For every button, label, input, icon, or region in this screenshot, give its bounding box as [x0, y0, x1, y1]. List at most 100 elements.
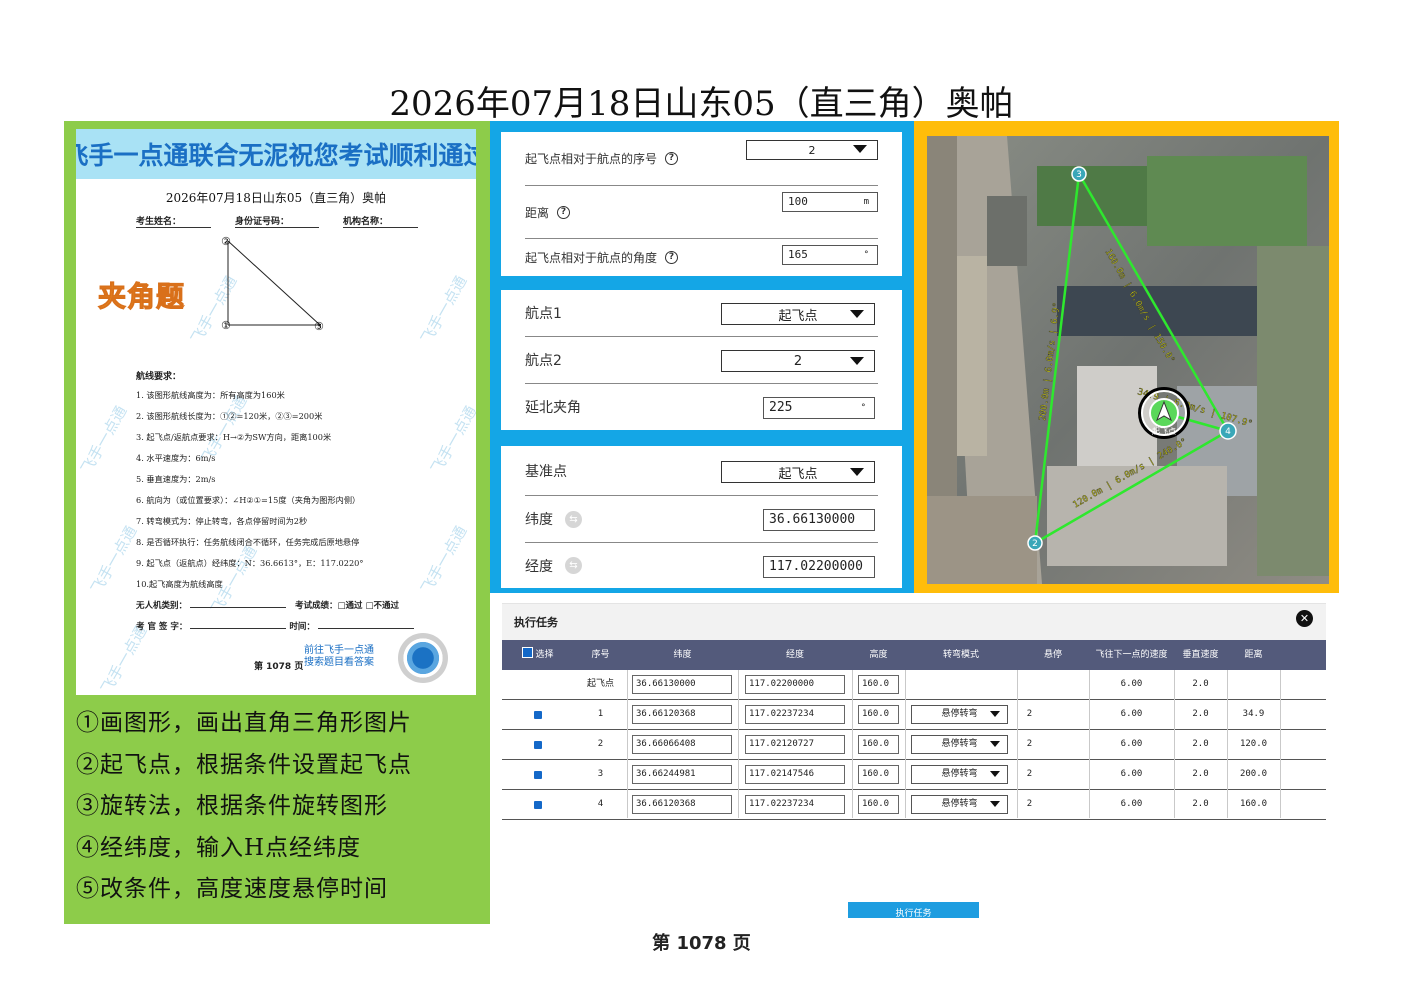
north-angle-input[interactable]: 225 °	[763, 397, 875, 419]
turn-mode-value: 悬停转弯	[941, 709, 978, 719]
cell-hover: 2	[1026, 739, 1033, 749]
cell-alt-input[interactable]: 160.0	[858, 675, 899, 694]
doc-fields: 考生姓名： 身份证号码： 机构名称：	[136, 214, 476, 228]
column-divider	[1174, 670, 1175, 818]
wp1-label: 航点1	[525, 306, 562, 322]
table-row: 1 36.66120368 117.02237234 160.0 悬停转弯 2 …	[502, 700, 1326, 730]
row-checkbox[interactable]	[534, 741, 542, 749]
cell-lat-input[interactable]: 36.66130000	[632, 675, 732, 694]
table-row: 4 36.66120368 117.02237234 160.0 悬停转弯 2 …	[502, 790, 1326, 820]
cell-alt-input[interactable]: 160.0	[858, 705, 899, 724]
cell-alt-input[interactable]: 160.0	[858, 795, 899, 814]
cell-alt-input[interactable]: 160.0	[858, 765, 899, 784]
requirement-item: 7. 转弯模式为：停止转弯，各点停留时间为2秒	[136, 516, 308, 526]
cell-lat-input[interactable]: 36.66120368	[632, 705, 732, 724]
qr-code-icon	[398, 633, 448, 683]
cell-speed: 6.00	[1120, 739, 1143, 749]
waypoint-3-label: 3	[1076, 170, 1082, 180]
turn-mode-select[interactable]: 悬停转弯	[911, 765, 1008, 784]
row-checkbox[interactable]	[534, 801, 542, 809]
seq-select[interactable]: 2	[746, 140, 878, 160]
column-divider	[738, 670, 739, 818]
execute-task-button[interactable]: 执行任务	[848, 902, 979, 918]
table-row: 起飞点 36.66130000 117.02200000 160.0 6.00 …	[502, 670, 1326, 700]
cell-speed: 6.00	[1120, 769, 1143, 779]
cell-lon-input[interactable]: 117.02237234	[745, 795, 845, 814]
turn-mode-select[interactable]: 悬停转弯	[911, 795, 1008, 814]
help-icon[interactable]: ?	[665, 251, 679, 264]
column-divider	[905, 670, 906, 818]
step-item: ①画图形，画出直角三角形图片	[76, 710, 412, 736]
step-item: ③旋转法，根据条件旋转图形	[76, 793, 388, 819]
triangle-diagram: ② ① ③	[221, 235, 324, 333]
cell-vspeed: 2.0	[1192, 769, 1209, 779]
latitude-input[interactable]: 36.66130000	[763, 509, 875, 531]
distance-unit: m	[863, 197, 869, 207]
task-dialog: 执行任务 ✕ 选择 序号 纬度 经度 高度 转弯模式 悬停 飞往下一点的速度 垂…	[502, 603, 1326, 918]
turn-mode-value: 悬停转弯	[941, 739, 978, 749]
cell-speed: 6.00	[1120, 709, 1143, 719]
cell-lat-input[interactable]: 36.66066408	[632, 735, 732, 754]
cell-lon-input[interactable]: 117.02147546	[745, 765, 845, 784]
cell-lon-input[interactable]: 117.02237234	[745, 705, 845, 724]
requirement-item: 5. 垂直速度为：2m/s	[136, 474, 216, 484]
swap-icon[interactable]: ⇆	[565, 557, 582, 574]
close-icon[interactable]: ✕	[1296, 610, 1313, 627]
watermark: 飞手一点通	[87, 522, 141, 597]
header-speed: 飞往下一点的速度	[1095, 650, 1168, 660]
cell-lat-input[interactable]: 36.66244981	[632, 765, 732, 784]
field-name: 考生姓名：	[136, 214, 212, 228]
base-select[interactable]: 起飞点	[721, 461, 875, 483]
longitude-value: 117.02200000	[769, 559, 863, 574]
task-header: 执行任务 ✕	[502, 604, 1326, 640]
cell-hover: 2	[1026, 769, 1033, 779]
wp2-select[interactable]: 2	[721, 350, 875, 372]
header-select[interactable]: 选择	[502, 640, 574, 670]
time-label: 时间：	[289, 622, 315, 632]
watermark: 飞手一点通	[417, 272, 471, 347]
uav-type-line: 无人机类别： 考试成绩：□通过 □不通过	[136, 599, 399, 611]
header-lat: 纬度	[673, 650, 692, 660]
help-icon[interactable]: ?	[665, 152, 679, 165]
header-turn: 转弯模式	[942, 650, 979, 660]
turn-mode-select[interactable]: 悬停转弯	[911, 735, 1008, 754]
doc-banner: 飞手一点通联合无泥祝您考试顺利通过	[76, 129, 476, 179]
help-icon[interactable]: ?	[557, 205, 571, 219]
waypoint-2-label: 2	[1032, 539, 1038, 549]
requirement-item: 9. 起飞点（返航点）经纬度：N：36.6613°，E：117.0220°	[136, 558, 364, 568]
angle-input[interactable]: 165 °	[782, 245, 878, 265]
step-item: ②起飞点，根据条件设置起飞点	[76, 751, 412, 778]
header-label: 选择	[535, 650, 554, 660]
cell-seq: 1	[597, 709, 604, 719]
cell-lon-input[interactable]: 117.02120727	[745, 735, 845, 754]
satellite-map[interactable]: 160.0m | 6.0m/s | 150.0° 200.0m | 6.0m/s…	[927, 136, 1329, 584]
cell-lat-input[interactable]: 36.66120368	[632, 795, 732, 814]
qr-caption: 前往飞手一点通 搜索题目看答案	[304, 645, 374, 669]
wp2-select-value: 2	[793, 353, 803, 369]
step-item: ④经纬度，输入H点经纬度	[76, 834, 362, 861]
rotation-card: 航点1 起飞点 航点2 2 延北夹角 225 °	[501, 290, 902, 430]
lon-label: 经度	[525, 558, 553, 575]
wp1-select[interactable]: 起飞点	[721, 303, 875, 325]
cell-lon-input[interactable]: 117.02200000	[745, 675, 845, 694]
chevron-down-icon	[850, 357, 864, 365]
cell-hover: 2	[1026, 799, 1033, 809]
distance-value: 100	[788, 195, 808, 208]
requirement-item: 3. 起飞点/返航点要求：H→②为SW方向，距离100米	[136, 432, 332, 442]
turn-mode-select[interactable]: 悬停转弯	[911, 705, 1008, 724]
watermark: 飞手一点通	[77, 402, 131, 477]
north-angle-label: 延北夹角	[525, 400, 581, 416]
cell-alt-input[interactable]: 160.0	[858, 735, 899, 754]
examiner-line: 考 官 签 字： 时间：	[136, 620, 414, 632]
cell-distance: 120.0	[1239, 739, 1268, 749]
column-divider	[852, 670, 853, 818]
distance-input[interactable]: 100 m	[782, 192, 878, 212]
select-all-checkbox[interactable]	[522, 647, 534, 658]
row-checkbox[interactable]	[534, 711, 542, 719]
diagram-point-2: ②	[221, 235, 231, 248]
row-checkbox[interactable]	[534, 771, 542, 779]
lat-label: 纬度	[525, 512, 553, 528]
swap-icon[interactable]: ⇆	[565, 510, 582, 528]
longitude-input[interactable]: 117.02200000	[763, 556, 875, 578]
table-row: 3 36.66244981 117.02147546 160.0 悬停转弯 2 …	[502, 760, 1326, 790]
